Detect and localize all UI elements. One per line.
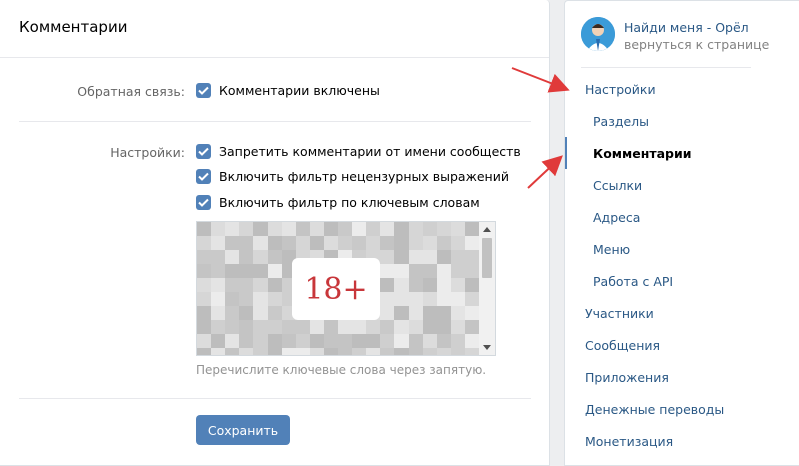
keywords-textarea[interactable]: 18+: [196, 221, 496, 356]
divider: [581, 67, 751, 68]
disallow-community-comments-checkbox[interactable]: Запретить комментарии от имени сообществ: [196, 143, 521, 160]
divider: [0, 57, 549, 58]
sidebar-item-sections[interactable]: Разделы: [593, 114, 649, 129]
avatar[interactable]: [581, 17, 615, 51]
sidebar-item-settings[interactable]: Настройки: [585, 82, 656, 97]
scroll-thumb[interactable]: [482, 238, 492, 278]
back-to-page-link[interactable]: вернуться к странице: [624, 37, 769, 52]
sidebar-item-members[interactable]: Участники: [585, 306, 654, 321]
sidebar-item-monetization[interactable]: Монетизация: [585, 434, 673, 449]
settings-sidebar: Найди меня - Орёл вернуться к странице Н…: [564, 0, 799, 466]
obscenity-filter-checkbox[interactable]: Включить фильтр нецензурных выражений: [196, 168, 509, 185]
scroll-up-icon[interactable]: [483, 227, 491, 232]
sidebar-item-comments[interactable]: Комментарии: [593, 146, 692, 161]
divider: [19, 398, 531, 399]
divider: [19, 121, 531, 122]
page-title: Комментарии: [19, 18, 128, 36]
group-name-link[interactable]: Найди меня - Орёл: [624, 20, 749, 35]
textarea-scrollbar[interactable]: [479, 222, 495, 355]
age-restriction-badge: 18+: [292, 258, 380, 320]
active-indicator: [565, 137, 567, 169]
sidebar-item-addresses[interactable]: Адреса: [593, 210, 640, 225]
keyword-filter-checkbox[interactable]: Включить фильтр по ключевым словам: [196, 194, 480, 211]
sidebar-item-transfers[interactable]: Денежные переводы: [585, 402, 724, 417]
sidebar-item-api[interactable]: Работа с API: [593, 274, 673, 289]
checkmark-icon[interactable]: [196, 169, 211, 184]
obscenity-filter-label: Включить фильтр нецензурных выражений: [219, 169, 509, 184]
sidebar-item-apps[interactable]: Приложения: [585, 370, 669, 385]
checkmark-icon[interactable]: [196, 144, 211, 159]
settings-label: Настройки:: [110, 145, 185, 160]
checkmark-icon[interactable]: [196, 195, 211, 210]
keywords-hint: Перечислите ключевые слова через запятую…: [196, 363, 487, 377]
sidebar-item-links[interactable]: Ссылки: [593, 178, 642, 193]
checkmark-icon[interactable]: [196, 83, 211, 98]
save-button[interactable]: Сохранить: [196, 415, 290, 445]
comments-settings-panel: Комментарии Обратная связь: Комментарии …: [0, 0, 550, 466]
comments-enabled-checkbox[interactable]: Комментарии включены: [196, 82, 380, 99]
disallow-community-comments-label: Запретить комментарии от имени сообществ: [219, 144, 521, 159]
comments-enabled-label: Комментарии включены: [219, 83, 380, 98]
feedback-label: Обратная связь:: [77, 84, 185, 99]
keyword-filter-label: Включить фильтр по ключевым словам: [219, 195, 480, 210]
sidebar-item-menu[interactable]: Меню: [593, 242, 630, 257]
sidebar-item-messages[interactable]: Сообщения: [585, 338, 660, 353]
scroll-down-icon[interactable]: [483, 345, 491, 350]
